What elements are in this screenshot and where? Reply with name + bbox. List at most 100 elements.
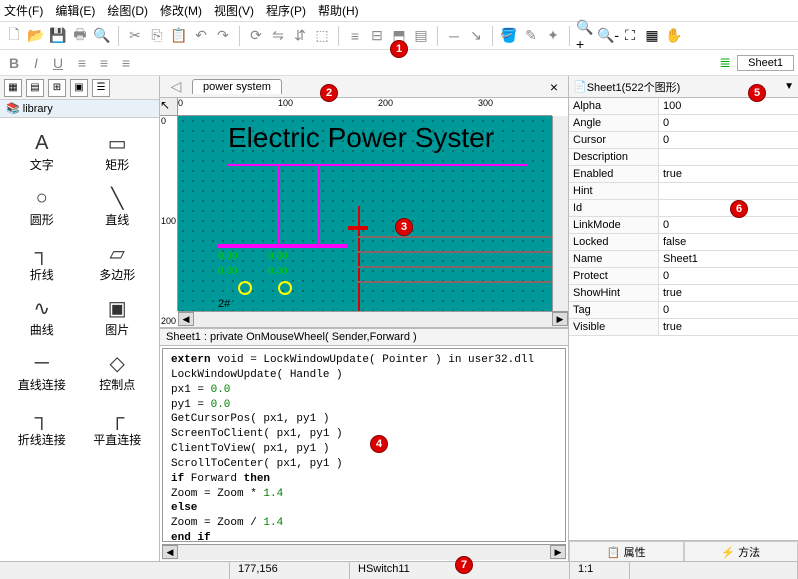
marker-1: 1 xyxy=(390,40,408,58)
save-icon[interactable]: 💾 xyxy=(48,26,68,46)
properties-tab-button[interactable]: 📋 属性 xyxy=(569,541,684,562)
palette-圆形[interactable]: ○圆形 xyxy=(4,179,80,234)
prop-row-Angle[interactable]: Angle0 xyxy=(569,115,798,132)
align-right-icon[interactable]: ≡ xyxy=(116,53,136,73)
underline-icon[interactable]: U xyxy=(48,53,68,73)
status-coords: 177,156 xyxy=(230,562,350,579)
zoom-out-icon[interactable]: 🔍- xyxy=(598,26,618,46)
prop-row-Protect[interactable]: Protect0 xyxy=(569,268,798,285)
menu-bar: 文件(F) 编辑(E) 绘图(D) 修改(M) 视图(V) 程序(P) 帮助(H… xyxy=(0,0,798,22)
menu-modify[interactable]: 修改(M) xyxy=(160,2,202,19)
prop-row-Enabled[interactable]: Enabledtrue xyxy=(569,166,798,183)
prop-row-LinkMode[interactable]: LinkMode0 xyxy=(569,217,798,234)
prop-row-Description[interactable]: Description xyxy=(569,149,798,166)
lib-btn-3[interactable]: ⊞ xyxy=(48,79,66,97)
palette-直线[interactable]: ╲直线 xyxy=(80,179,156,234)
prop-row-Tag[interactable]: Tag0 xyxy=(569,302,798,319)
preview-icon[interactable]: 🔍 xyxy=(92,26,112,46)
methods-tab-button[interactable]: ⚡ 方法 xyxy=(684,541,798,562)
layer-icon[interactable]: ▤ xyxy=(411,26,431,46)
palette-平直连接[interactable]: ┌平直连接 xyxy=(80,399,156,454)
palette-文字[interactable]: A文字 xyxy=(4,124,80,179)
palette-直线连接[interactable]: ─直线连接 xyxy=(4,344,80,399)
flip-h-icon[interactable]: ⇋ xyxy=(268,26,288,46)
prop-row-Cursor[interactable]: Cursor0 xyxy=(569,132,798,149)
effects-icon[interactable]: ✦ xyxy=(543,26,563,46)
scroll-right-icon[interactable]: ▶ xyxy=(552,312,568,326)
scroll-left-icon[interactable]: ◀ xyxy=(178,312,194,326)
undo-icon[interactable]: ↶ xyxy=(191,26,211,46)
lib-btn-2[interactable]: ▤ xyxy=(26,79,44,97)
menu-draw[interactable]: 绘图(D) xyxy=(107,2,148,19)
menu-edit[interactable]: 编辑(E) xyxy=(55,2,95,19)
tab-prev-icon[interactable]: ◁ xyxy=(166,77,186,97)
palette-矩形[interactable]: ▭矩形 xyxy=(80,124,156,179)
canvas-scrollbar-v[interactable] xyxy=(552,116,568,311)
fill-icon[interactable]: 🪣 xyxy=(499,26,519,46)
distribute-icon[interactable]: ⊟ xyxy=(367,26,387,46)
open-icon[interactable]: 📂 xyxy=(26,26,46,46)
menu-help[interactable]: 帮助(H) xyxy=(318,2,359,19)
menu-program[interactable]: 程序(P) xyxy=(266,2,306,19)
flip-v-icon[interactable]: ⇵ xyxy=(290,26,310,46)
zoom-in-icon[interactable]: 🔍+ xyxy=(576,26,596,46)
prop-row-Locked[interactable]: Lockedfalse xyxy=(569,234,798,251)
italic-icon[interactable]: I xyxy=(26,53,46,73)
properties-table[interactable]: Alpha100Angle0Cursor0DescriptionEnabledt… xyxy=(569,98,798,540)
cut-icon[interactable]: ✂ xyxy=(125,26,145,46)
copy-icon[interactable]: ⎘ xyxy=(147,26,167,46)
ruler-vertical: 0100200 xyxy=(160,116,178,311)
lib-btn-5[interactable]: ☰ xyxy=(92,79,110,97)
marker-6: 6 xyxy=(730,200,748,218)
document-tab[interactable]: power system xyxy=(192,79,282,94)
tab-close-icon[interactable]: × xyxy=(546,79,562,95)
palette-图片[interactable]: ▣图片 xyxy=(80,289,156,344)
align-left-icon[interactable]: ≡ xyxy=(72,53,92,73)
rotate-icon[interactable]: ⟳ xyxy=(246,26,266,46)
drawing-canvas[interactable]: Electric Power Syster 0.00 0 xyxy=(178,116,552,311)
prop-row-ShowHint[interactable]: ShowHinttrue xyxy=(569,285,798,302)
status-bar: 177,156 HSwitch11 1:1 xyxy=(0,561,798,579)
library-panel: ▦ ▤ ⊞ ▣ ☰ 📚 library A文字▭矩形○圆形╲直线┐折线▱多边形∿… xyxy=(0,76,160,562)
library-title: 📚 library xyxy=(0,100,159,118)
prop-row-Alpha[interactable]: Alpha100 xyxy=(569,98,798,115)
zoom-fit-icon[interactable]: ⛶ xyxy=(620,26,640,46)
status-ratio: 1:1 xyxy=(570,562,630,579)
group-icon[interactable]: ⬚ xyxy=(312,26,332,46)
stroke-icon[interactable]: ✎ xyxy=(521,26,541,46)
prop-row-Name[interactable]: NameSheet1 xyxy=(569,251,798,268)
code-scrollbar-h[interactable]: ◀ ▶ xyxy=(162,544,566,560)
align-icon[interactable]: ≡ xyxy=(345,26,365,46)
bold-icon[interactable]: B xyxy=(4,53,24,73)
palette-控制点[interactable]: ◇控制点 xyxy=(80,344,156,399)
palette-曲线[interactable]: ∿曲线 xyxy=(4,289,80,344)
prop-row-Id[interactable]: Id xyxy=(569,200,798,217)
code-editor[interactable]: extern void = LockWindowUpdate( Pointer … xyxy=(162,348,566,542)
code-scroll-right-icon[interactable]: ▶ xyxy=(550,545,566,559)
align-center-icon[interactable]: ≡ xyxy=(94,53,114,73)
line-icon[interactable]: ─ xyxy=(444,26,464,46)
arrow-icon[interactable]: ↘ xyxy=(466,26,486,46)
prop-row-Hint[interactable]: Hint xyxy=(569,183,798,200)
code-scroll-left-icon[interactable]: ◀ xyxy=(162,545,178,559)
dropdown-icon[interactable]: ▼ xyxy=(784,81,794,92)
print-icon[interactable]: 🖶 xyxy=(70,26,90,46)
new-icon[interactable]: 🗋 xyxy=(4,26,24,46)
lib-btn-4[interactable]: ▣ xyxy=(70,79,88,97)
ruler-horizontal: 0100200300 xyxy=(178,98,552,116)
layers-icon[interactable]: ≣ xyxy=(715,53,735,73)
redo-icon[interactable]: ↷ xyxy=(213,26,233,46)
grid-icon[interactable]: ▦ xyxy=(642,26,662,46)
canvas-scrollbar-h[interactable]: ◀ ▶ xyxy=(178,311,568,327)
sheet-tab[interactable]: Sheet1 xyxy=(737,55,794,71)
palette-多边形[interactable]: ▱多边形 xyxy=(80,234,156,289)
prop-row-Visible[interactable]: Visibletrue xyxy=(569,319,798,336)
pan-icon[interactable]: ✋ xyxy=(664,26,684,46)
menu-view[interactable]: 视图(V) xyxy=(214,2,254,19)
lib-btn-1[interactable]: ▦ xyxy=(4,79,22,97)
menu-file[interactable]: 文件(F) xyxy=(4,2,43,19)
paste-icon[interactable]: 📋 xyxy=(169,26,189,46)
document-tabbar: ◁ power system × xyxy=(160,76,568,98)
palette-折线连接[interactable]: ┐折线连接 xyxy=(4,399,80,454)
palette-折线[interactable]: ┐折线 xyxy=(4,234,80,289)
